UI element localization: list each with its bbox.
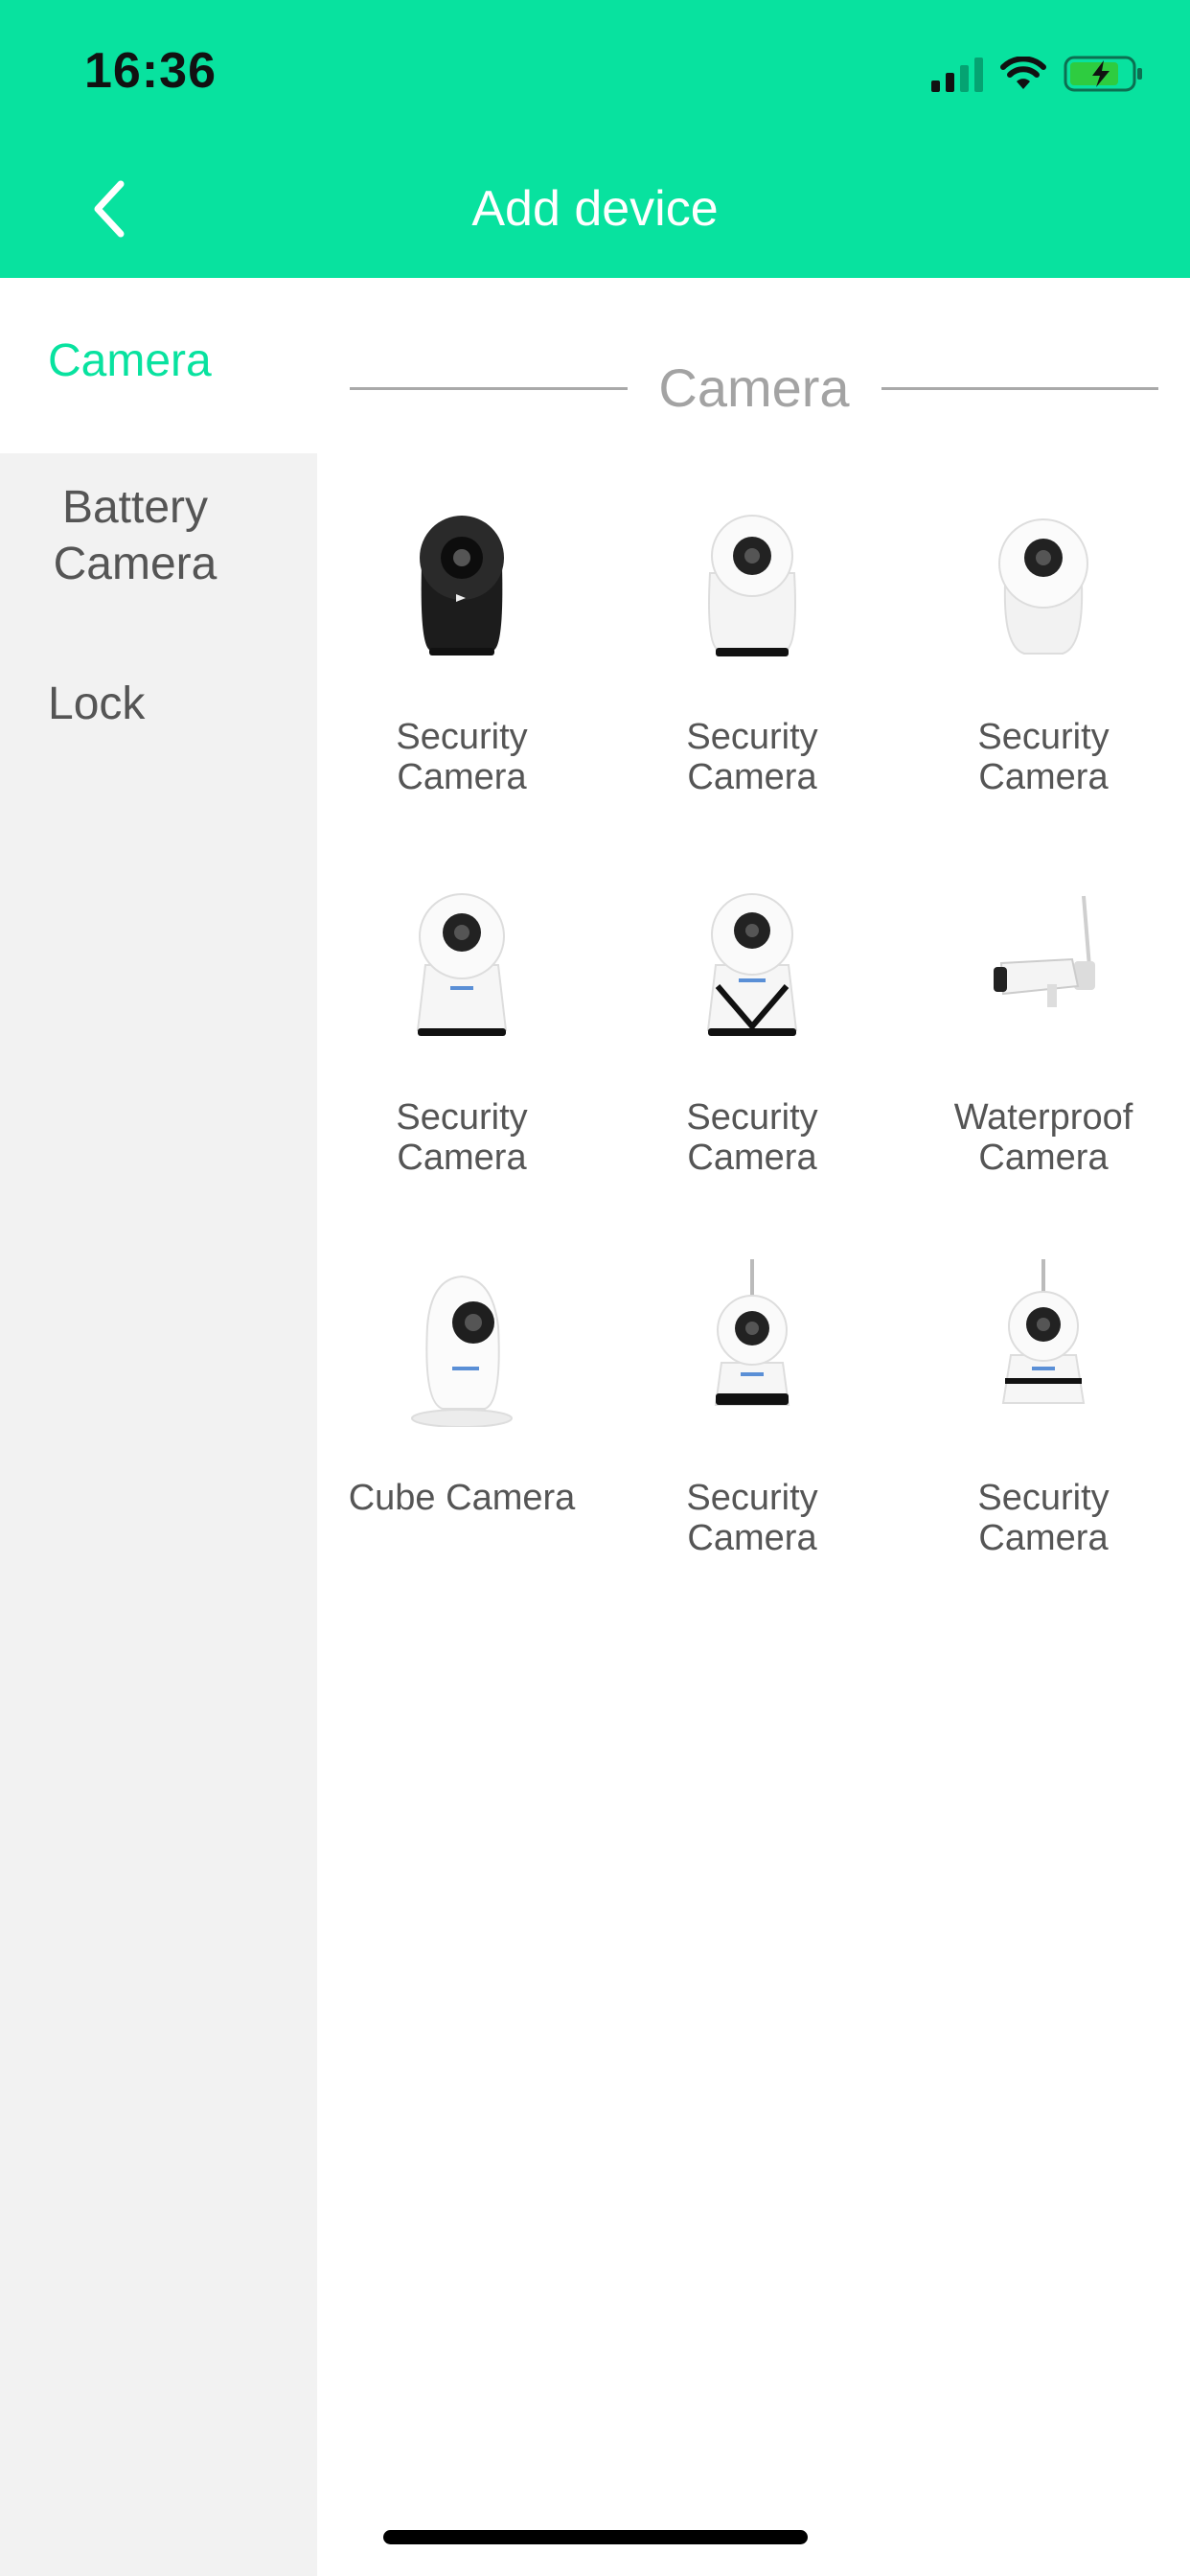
device-item[interactable]: Security Camera [900,1259,1187,1566]
header-bar: 16:36 Add device [0,0,1190,278]
device-label: Security Camera [686,717,818,797]
device-label: Security Camera [686,1097,818,1178]
category-sidebar: Camera Battery Camera Lock [0,278,317,2576]
sidebar-item-battery-camera[interactable]: Battery Camera [0,479,317,623]
battery-charging-icon [1064,56,1142,92]
status-icons [931,50,1144,98]
device-item[interactable]: Security Camera [608,498,896,805]
wifi-icon [1000,57,1046,89]
ptz-camera-white-icon [708,515,796,656]
device-item[interactable]: Cube Camera [318,1259,606,1566]
ptz-camera-black-icon [420,516,504,656]
device-label: Security Camera [977,717,1110,797]
sidebar-item-label: Camera [48,335,212,386]
device-item[interactable]: Security Camera [608,879,896,1185]
device-label: Security Camera [396,1097,528,1178]
device-label: Waterproof Camera [953,1097,1133,1178]
page-title: Add device [471,181,719,237]
device-label: Security Camera [977,1478,1110,1558]
antenna-camera-icon [714,1259,790,1406]
sidebar-item-lock[interactable]: Lock [0,676,317,771]
home-indicator[interactable] [383,2530,808,2544]
ptz-camera-cone-icon [706,893,798,1036]
dome-camera-white-icon [998,518,1088,655]
sidebar-item-camera[interactable]: Camera [0,278,317,453]
sidebar-item-label: Battery [61,482,209,533]
status-time: 16:36 [84,43,217,99]
cellular-signal-icon [931,56,983,92]
bullet-camera-icon [994,895,1095,1007]
device-item[interactable]: Security Camera [608,1259,896,1566]
cube-camera-icon [411,1275,513,1427]
device-item[interactable]: Security Camera [318,879,606,1185]
device-item[interactable]: Waterproof Camera [900,879,1187,1185]
device-item[interactable]: Security Camera [318,498,606,805]
device-label: Security Camera [686,1478,818,1558]
section-header: Camera [350,355,1158,422]
sidebar-item-label: Camera [53,539,217,589]
device-label: Security Camera [396,717,528,797]
app-screen: 16:36 Add device Camera Battery Camera L… [0,0,1190,2576]
device-item[interactable]: Security Camera [900,498,1187,805]
divider-right [881,387,1158,390]
sidebar-item-label: Lock [48,678,146,729]
device-label: Cube Camera [348,1478,576,1518]
antenna-camera-icon [1001,1259,1086,1404]
ptz-camera-cone-icon [416,893,508,1036]
